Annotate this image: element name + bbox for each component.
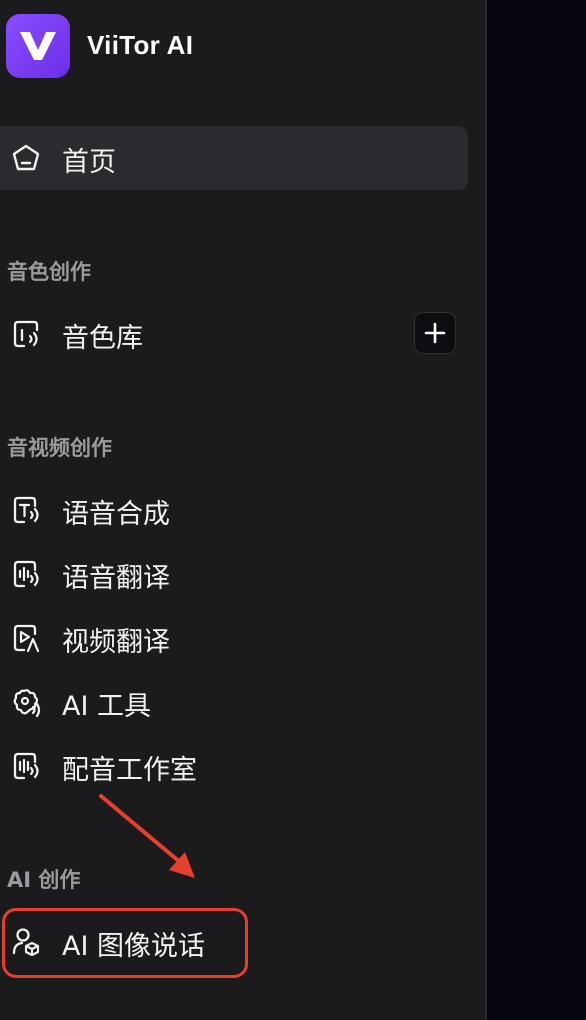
annotation-highlight-box [2,908,248,978]
plus-icon [424,322,446,344]
sidebar-item-label: 配音工作室 [62,755,197,786]
sidebar-item-label: 视频翻译 [62,627,170,658]
app-window: ViiTor AI 首页 音色创作 音色库 音视频创作 语音合成 语音翻译 视频… [0,0,586,1020]
annotation-arrow-icon [99,794,195,878]
sidebar: ViiTor AI 首页 音色创作 音色库 音视频创作 语音合成 语音翻译 视频… [0,0,485,1020]
section-title-av-creation: 音视频创作 [7,436,112,460]
logo-v-icon [20,32,56,60]
voice-library-icon [9,317,43,351]
dubbing-studio-icon [9,749,43,783]
sidebar-item-label: 语音合成 [62,499,170,530]
sidebar-item-text-to-speech[interactable]: 语音合成 [0,482,468,538]
ai-tools-icon [9,685,43,719]
sidebar-item-label: 音色库 [62,323,143,354]
video-translate-icon [9,621,43,655]
sidebar-item-label: 语音翻译 [62,563,170,594]
app-logo[interactable] [6,14,70,78]
sidebar-item-video-translate[interactable]: 视频翻译 [0,610,468,666]
sidebar-item-voice-library[interactable]: 音色库 [0,306,468,362]
sidebar-item-home[interactable]: 首页 [0,126,468,190]
home-icon [9,141,43,175]
text-to-speech-icon [9,493,43,527]
main-content-area [487,0,586,1020]
sidebar-item-voice-translate[interactable]: 语音翻译 [0,546,468,602]
section-title-voice-creation: 音色创作 [7,260,91,284]
section-title-ai-creation: AI 创作 [7,868,81,892]
sidebar-item-dubbing-studio[interactable]: 配音工作室 [0,738,468,794]
sidebar-item-label: AI 工具 [62,691,152,722]
add-voice-button[interactable] [414,312,456,354]
sidebar-item-ai-tools[interactable]: AI 工具 [0,674,468,730]
app-title: ViiTor AI [87,30,194,60]
voice-translate-icon [9,557,43,591]
sidebar-item-label: 首页 [62,147,116,178]
